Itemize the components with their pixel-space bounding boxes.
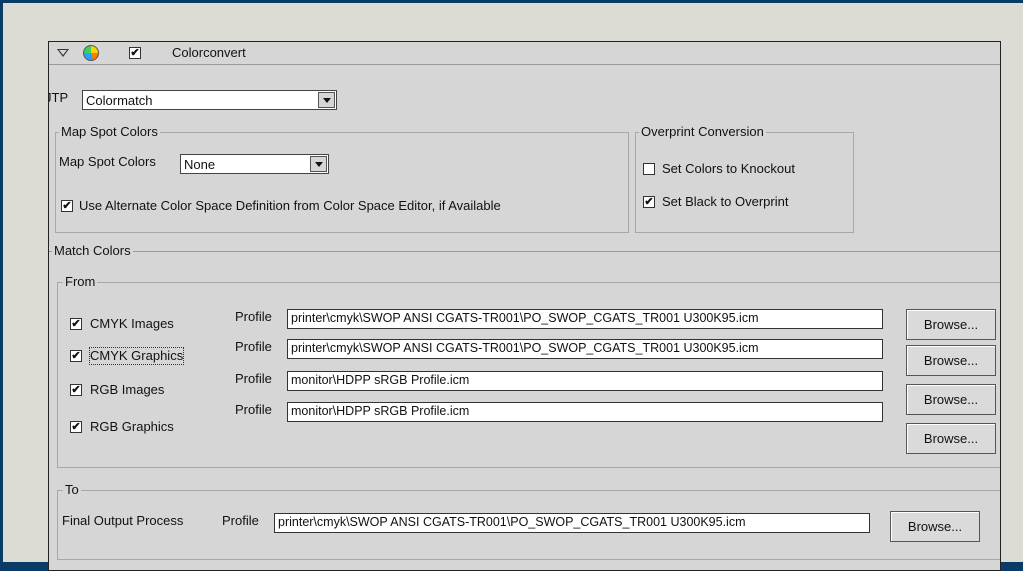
from-group: From ✔ CMYK Images ✔ CMYK Graphics ✔ RGB… xyxy=(57,274,1000,468)
chevron-down-icon[interactable] xyxy=(318,92,335,108)
panel-title: Colorconvert xyxy=(172,45,246,60)
panel-header: ✔ Colorconvert xyxy=(49,42,1000,65)
rgb-images-profile-field[interactable]: monitor\HDPP sRGB Profile.icm xyxy=(287,371,883,391)
use-alternate-label: Use Alternate Color Space Definition fro… xyxy=(79,198,501,213)
cmyk-graphics-label: CMYK Graphics xyxy=(88,347,185,365)
enable-checkbox[interactable]: ✔ xyxy=(129,47,141,59)
profile-label: Profile xyxy=(235,339,272,354)
check-icon: ✔ xyxy=(62,200,72,212)
set-colors-knockout-checkbox[interactable] xyxy=(643,163,655,175)
collapse-triangle-icon[interactable] xyxy=(57,49,69,57)
check-icon: ✔ xyxy=(71,350,81,362)
check-icon: ✔ xyxy=(71,318,81,330)
match-colors-separator xyxy=(49,251,1000,252)
profile-label: Profile xyxy=(235,309,272,324)
map-spot-colors-group-title: Map Spot Colors xyxy=(59,124,160,140)
profile-label: Profile xyxy=(222,513,259,528)
map-spot-colors-selected-value: None xyxy=(184,157,216,172)
set-black-overprint-label: Set Black to Overprint xyxy=(662,194,789,209)
browse-button[interactable]: Browse... xyxy=(906,345,996,376)
match-colors-title: Match Colors xyxy=(52,243,133,259)
set-colors-knockout-label: Set Colors to Knockout xyxy=(662,161,795,176)
map-spot-colors-group: Map Spot Colors Map Spot Colors None ✔ U… xyxy=(55,124,629,233)
final-output-process-label: Final Output Process xyxy=(62,513,184,528)
map-spot-colors-label: Map Spot Colors xyxy=(59,154,156,169)
chevron-down-icon[interactable] xyxy=(310,156,327,172)
final-output-profile-field[interactable]: printer\cmyk\SWOP ANSI CGATS-TR001\PO_SW… xyxy=(274,513,870,533)
browse-button[interactable]: Browse... xyxy=(906,309,996,340)
cmyk-graphics-profile-field[interactable]: printer\cmyk\SWOP ANSI CGATS-TR001\PO_SW… xyxy=(287,339,883,359)
rgb-graphics-label: RGB Graphics xyxy=(90,419,174,434)
from-group-title: From xyxy=(63,274,98,290)
cmyk-images-profile-field[interactable]: printer\cmyk\SWOP ANSI CGATS-TR001\PO_SW… xyxy=(287,309,883,329)
browse-button[interactable]: Browse... xyxy=(890,511,980,542)
check-icon: ✔ xyxy=(130,47,140,59)
profile-label: Profile xyxy=(235,371,272,386)
check-icon: ✔ xyxy=(71,421,81,433)
window-background: ✔ Colorconvert JTP Colormatch Map Spot C… xyxy=(3,3,1023,571)
profile-label: Profile xyxy=(235,402,272,417)
to-group: To Final Output Process Profile printer\… xyxy=(57,482,1000,560)
check-icon: ✔ xyxy=(71,384,81,396)
cmyk-images-checkbox[interactable]: ✔ xyxy=(70,318,82,330)
jtp-selected-value: Colormatch xyxy=(86,93,153,108)
browse-button[interactable]: Browse... xyxy=(906,384,996,415)
jtp-select[interactable]: Colormatch xyxy=(82,90,337,110)
cmyk-images-label: CMYK Images xyxy=(90,316,174,331)
colorconvert-icon xyxy=(83,45,99,61)
overprint-conversion-group: Overprint Conversion Set Colors to Knock… xyxy=(635,124,854,233)
check-icon: ✔ xyxy=(644,196,654,208)
use-alternate-checkbox[interactable]: ✔ xyxy=(61,200,73,212)
map-spot-colors-select[interactable]: None xyxy=(180,154,329,174)
rgb-graphics-profile-field[interactable]: monitor\HDPP sRGB Profile.icm xyxy=(287,402,883,422)
jtp-label: JTP xyxy=(49,90,69,105)
colorconvert-panel: ✔ Colorconvert JTP Colormatch Map Spot C… xyxy=(48,41,1001,571)
browse-button[interactable]: Browse... xyxy=(906,423,996,454)
to-group-title: To xyxy=(63,482,81,498)
rgb-images-label: RGB Images xyxy=(90,382,165,397)
cmyk-graphics-checkbox[interactable]: ✔ xyxy=(70,350,82,362)
rgb-images-checkbox[interactable]: ✔ xyxy=(70,384,82,396)
rgb-graphics-checkbox[interactable]: ✔ xyxy=(70,421,82,433)
overprint-conversion-group-title: Overprint Conversion xyxy=(639,124,766,140)
set-black-overprint-checkbox[interactable]: ✔ xyxy=(643,196,655,208)
